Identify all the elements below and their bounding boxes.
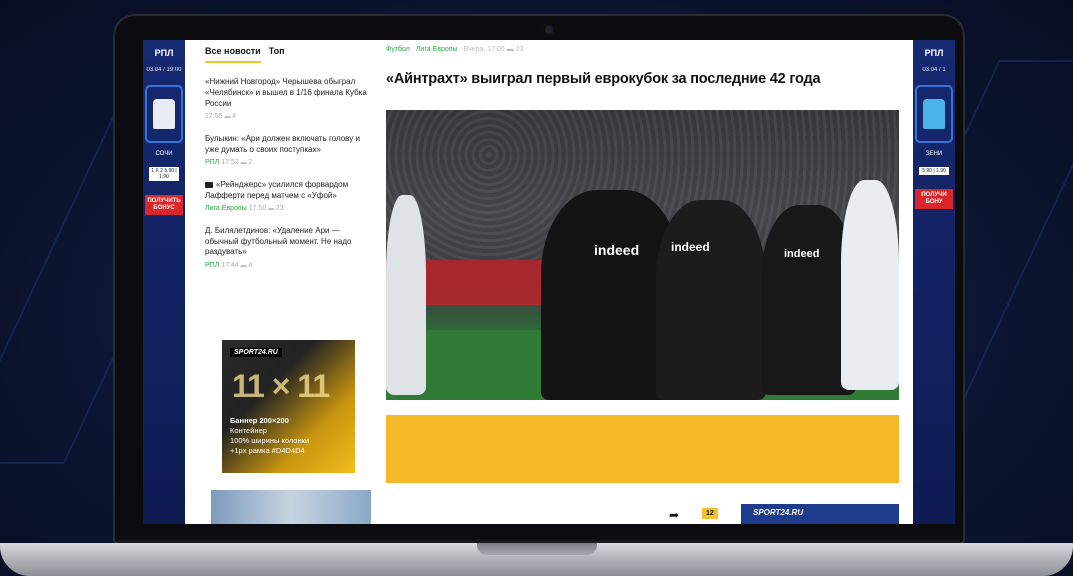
news-time: 17:50 [248, 205, 267, 213]
news-thumbnail[interactable] [211, 490, 371, 524]
ad-brand-logo: SPORT24.RU [230, 348, 282, 357]
rail-date: 03.04 / 1 [922, 67, 946, 73]
news-time: 17:55 [205, 113, 223, 121]
news-item[interactable]: Булыкин: «Ари должен включать голову и у… [205, 134, 373, 168]
rail-logo: РПЛ [924, 48, 944, 58]
ad-line: 100% ширины колонки [230, 436, 310, 446]
sidebar-ad-banner[interactable]: SPORT24.RU 11 × 11 Баннер 200×200 Контей… [222, 340, 355, 473]
tab-all-news[interactable]: Все новости [205, 46, 261, 63]
news-title[interactable]: Булыкин: «Ари должен включать голову и у… [205, 134, 373, 156]
ad-line: Контейнер [230, 426, 267, 436]
comment-count: 4 [224, 113, 236, 120]
comment-count-value: 23 [515, 46, 524, 53]
breadcrumb-europa-league[interactable]: Лига Европы [416, 46, 458, 53]
article-date: Вчера, 17:00 [463, 46, 505, 53]
article-headline: «Айнтрахт» выиграл первый еврокубок за п… [386, 71, 821, 87]
share-icon[interactable]: ➦ [669, 508, 679, 522]
news-time: 17:52 [221, 159, 239, 167]
news-source[interactable]: РПЛ [205, 262, 219, 269]
bottom-ad-banner[interactable]: SPORT24.RU [741, 504, 899, 524]
rail-odds: 1 X 2 5.90 | 1.90 [149, 167, 179, 181]
laptop-notch [477, 543, 597, 555]
ad-line: Баннер 200×200 [230, 416, 289, 425]
get-bonus-button[interactable]: ПОЛУЧИТЬ БОНУС [145, 195, 183, 216]
news-item[interactable]: «Нижний Новгород» Черышева обыграл «Челя… [205, 77, 373, 122]
right-rail-ad[interactable]: РПЛ 03.04 / 1 ЗЕНИ 5.90 | 1.90 ПОЛУЧИ БО… [913, 40, 955, 524]
comment-count: 4 [241, 262, 253, 269]
news-meta: 17:55 4 [205, 112, 373, 121]
rail-team: СОЧИ [155, 151, 173, 157]
rail-logo: РПЛ [154, 48, 174, 58]
get-bonus-button[interactable]: ПОЛУЧИ БОНУ [915, 189, 953, 210]
chat-icon [205, 181, 213, 188]
rail-odds: 5.90 | 1.90 [919, 167, 949, 175]
article: Футбол Лига Европы Вчера, 17:00 ▬ 23 «Ай… [386, 40, 901, 524]
news-column: Все новости Топ «Нижний Новгород» Черыше… [205, 40, 373, 524]
rail-team: ЗЕНИ [925, 151, 943, 157]
news-title[interactable]: Д. Билялетдинов: «Удаление Ари — обычный… [205, 226, 373, 258]
breadcrumb: Футбол Лига Европы Вчера, 17:00 ▬ 23 [386, 46, 901, 53]
jersey-sponsor: indeed [594, 242, 640, 258]
ad-line: +1px рамка #D4D4D4 [230, 446, 305, 456]
news-source[interactable]: Лига Европы [205, 205, 247, 212]
comment-count: ▬ 23 [506, 46, 524, 53]
news-time: 17:44 [221, 262, 239, 270]
player-figure [841, 180, 899, 390]
jersey-icon [145, 85, 183, 143]
news-meta: РПЛ 17:44 4 [205, 261, 373, 270]
camera-icon [545, 26, 553, 34]
jersey-sponsor: indeed [784, 248, 820, 260]
jersey-icon [915, 85, 953, 143]
news-meta: Лига Европы 17:50 23 [205, 204, 373, 213]
player-figure [386, 195, 426, 395]
news-title[interactable]: «Рейнджерс» усилился форвардом Лафферти … [205, 180, 373, 202]
news-title[interactable]: «Нижний Новгород» Черышева обыграл «Челя… [205, 77, 373, 109]
jersey-sponsor: indeed [671, 240, 710, 254]
news-item[interactable]: Д. Билялетдинов: «Удаление Ари — обычный… [205, 226, 373, 271]
news-title-text[interactable]: «Рейнджерс» усилился форвардом Лафферти … [205, 180, 348, 200]
article-photo: indeed indeed indeed [386, 110, 899, 400]
news-item[interactable]: «Рейнджерс» усилился форвардом Лафферти … [205, 180, 373, 214]
comment-badge[interactable]: 12 [702, 508, 718, 519]
rail-date: 03.04 / 19:00 [146, 67, 182, 73]
comment-count: 2 [241, 159, 253, 166]
comment-count: 23 [268, 205, 283, 212]
breadcrumb-football[interactable]: Футбол [386, 46, 410, 53]
news-source[interactable]: РПЛ [205, 159, 219, 166]
left-rail-ad[interactable]: РПЛ 03.04 / 19:00 СОЧИ 1 X 2 5.90 | 1.90… [143, 40, 185, 524]
news-meta: РПЛ 17:52 2 [205, 158, 373, 167]
tab-top[interactable]: Топ [269, 46, 285, 63]
ad-text: Баннер 200×200 Контейнер 100% ширины кол… [230, 416, 309, 457]
browser-screen: РПЛ 03.04 / 19:00 СОЧИ 1 X 2 5.90 | 1.90… [143, 40, 955, 524]
news-tabs: Все новости Топ [205, 46, 373, 63]
article-ad-banner[interactable] [386, 415, 899, 483]
ad-headline: 11 × 11 [232, 368, 330, 404]
player-figure [656, 200, 766, 400]
